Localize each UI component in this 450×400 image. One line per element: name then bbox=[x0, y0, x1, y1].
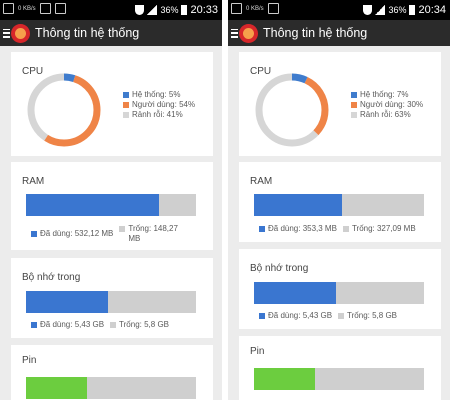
swatch-system bbox=[123, 92, 129, 98]
swatch-idle bbox=[351, 112, 357, 118]
legend-used: Đã dùng: 5,43 GB bbox=[31, 320, 104, 330]
storage-used-fill bbox=[26, 291, 108, 313]
ram-card: RAM Đã dùng: 353,3 MB Trống: 327,09 MB bbox=[239, 162, 441, 242]
cpu-donut-chart bbox=[255, 73, 329, 147]
ccleaner-logo-icon[interactable] bbox=[239, 23, 258, 43]
app-icon bbox=[267, 3, 279, 14]
page-title: Thông tin hệ thống bbox=[263, 26, 368, 40]
ram-card: RAM Đã dùng: 532,12 MB Trống: 148,27 MB bbox=[11, 162, 213, 250]
legend-system: Hệ thống: 5% bbox=[123, 90, 195, 100]
ram-bar bbox=[254, 194, 424, 216]
network-speed: 0 KB/s bbox=[18, 5, 36, 12]
swatch-user bbox=[351, 102, 357, 108]
ram-label: RAM bbox=[22, 176, 45, 187]
signal-icon bbox=[375, 5, 386, 15]
swatch-user bbox=[123, 102, 129, 108]
legend-used: Đã dùng: 353,3 MB bbox=[259, 224, 337, 234]
ram-bar bbox=[26, 194, 196, 216]
storage-bar bbox=[254, 282, 424, 304]
app-bar: Thông tin hệ thống bbox=[0, 20, 222, 46]
storage-card: Bộ nhớ trong Đã dùng: 5,43 GB Trống: 5,8… bbox=[239, 249, 441, 329]
app-icon bbox=[54, 3, 66, 14]
battery-percent: 36% bbox=[160, 5, 179, 15]
storage-label: Bộ nhớ trong bbox=[22, 272, 81, 283]
battery-card: Pin bbox=[239, 336, 441, 400]
battery-icon bbox=[409, 5, 416, 15]
storage-legend: Đã dùng: 5,43 GB Trống: 5,8 GB bbox=[259, 311, 397, 321]
ccleaner-logo-icon[interactable] bbox=[11, 23, 30, 43]
shield-icon bbox=[363, 5, 373, 15]
swatch-system bbox=[351, 92, 357, 98]
battery-level-fill bbox=[26, 377, 88, 399]
hamburger-icon[interactable] bbox=[3, 28, 10, 38]
legend-free: Trống: 327,09 MB bbox=[342, 224, 416, 234]
screen-2: 0 KB/s 36% 20:34 Thông tin hệ thống CPU … bbox=[228, 0, 450, 400]
battery-level-fill bbox=[254, 368, 316, 390]
legend-used: Đã dùng: 532,12 MB bbox=[31, 224, 113, 244]
app-bar: Thông tin hệ thống bbox=[228, 20, 450, 46]
battery-bar bbox=[26, 377, 196, 399]
battery-bar bbox=[254, 368, 424, 390]
ram-legend: Đã dùng: 532,12 MB Trống: 148,27 MB bbox=[31, 224, 186, 244]
legend-free: Trống: 5,8 GB bbox=[110, 320, 169, 330]
battery-label: Pin bbox=[250, 346, 265, 357]
network-speed: 0 KB/s bbox=[246, 5, 264, 12]
cpu-legend: Hệ thống: 5% Người dùng: 54% Rảnh rỗi: 4… bbox=[123, 90, 195, 120]
storage-used-fill bbox=[254, 282, 336, 304]
hamburger-icon[interactable] bbox=[231, 28, 238, 38]
image-icon bbox=[39, 3, 51, 14]
shield-icon bbox=[135, 5, 145, 15]
legend-user: Người dùng: 30% bbox=[351, 100, 423, 110]
storage-card: Bộ nhớ trong Đã dùng: 5,43 GB Trống: 5,8… bbox=[11, 258, 213, 338]
ram-label: RAM bbox=[250, 176, 273, 187]
cpu-legend: Hệ thống: 7% Người dùng: 30% Rảnh rỗi: 6… bbox=[351, 90, 423, 120]
legend-user: Người dùng: 54% bbox=[123, 100, 195, 110]
storage-bar bbox=[26, 291, 196, 313]
page-title: Thông tin hệ thống bbox=[35, 26, 140, 40]
screen-1: 0 KB/s 36% 20:33 Thông tin hệ thống CPU … bbox=[0, 0, 222, 400]
swatch-idle bbox=[123, 112, 129, 118]
legend-used: Đã dùng: 5,43 GB bbox=[259, 311, 332, 321]
ram-used-fill bbox=[254, 194, 343, 216]
signal-icon bbox=[147, 5, 158, 15]
ram-legend: Đã dùng: 353,3 MB Trống: 327,09 MB bbox=[259, 224, 416, 234]
legend-idle: Rảnh rỗi: 63% bbox=[351, 110, 423, 120]
legend-free: Trống: 148,27 MB bbox=[119, 224, 186, 244]
clock: 20:34 bbox=[418, 4, 446, 16]
battery-icon bbox=[181, 5, 188, 15]
legend-idle: Rảnh rỗi: 41% bbox=[123, 110, 195, 120]
ram-used-fill bbox=[26, 194, 159, 216]
cpu-donut-chart bbox=[27, 73, 101, 147]
legend-free: Trống: 5,8 GB bbox=[338, 311, 397, 321]
notification-icon bbox=[3, 3, 14, 14]
legend-system: Hệ thống: 7% bbox=[351, 90, 423, 100]
notification-icon bbox=[231, 3, 242, 14]
clock: 20:33 bbox=[190, 4, 218, 16]
storage-legend: Đã dùng: 5,43 GB Trống: 5,8 GB bbox=[31, 320, 169, 330]
cpu-card: CPU Hệ thống: 7% Người dùng: 30% Rảnh rỗ… bbox=[239, 52, 441, 156]
battery-percent: 36% bbox=[388, 5, 407, 15]
status-bar: 0 KB/s 36% 20:34 bbox=[228, 0, 450, 20]
battery-label: Pin bbox=[22, 355, 37, 366]
storage-label: Bộ nhớ trong bbox=[250, 263, 309, 274]
status-bar: 0 KB/s 36% 20:33 bbox=[0, 0, 222, 20]
cpu-card: CPU Hệ thống: 5% Người dùng: 54% Rảnh rỗ… bbox=[11, 52, 213, 156]
battery-card: Pin bbox=[11, 345, 213, 400]
